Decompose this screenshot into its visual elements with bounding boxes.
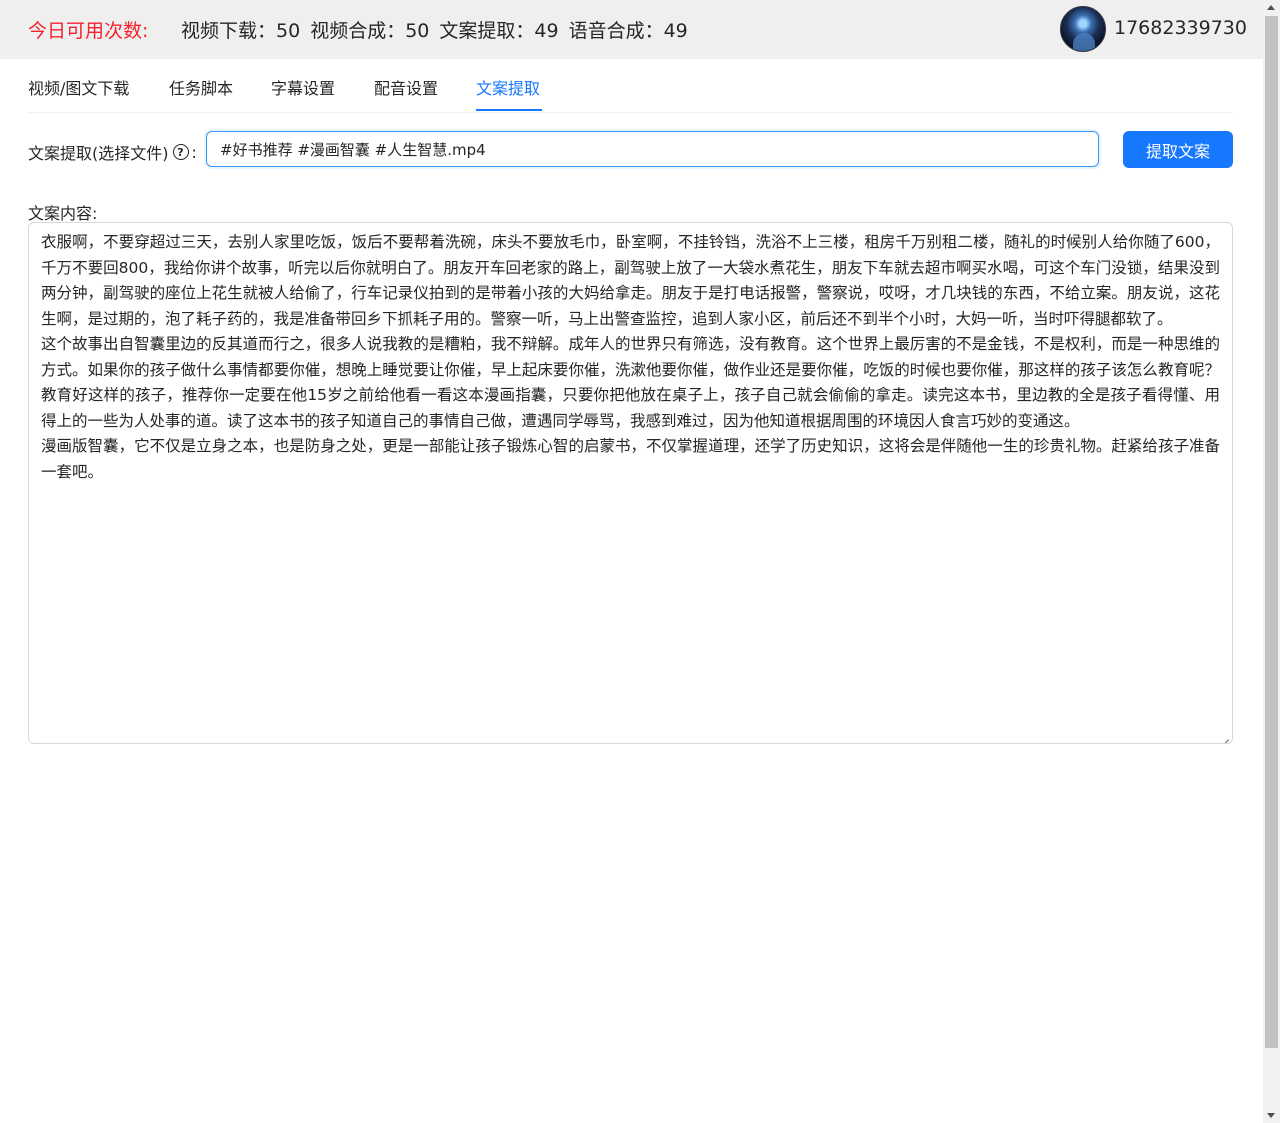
scrollbar-thumb[interactable]: [1265, 16, 1278, 1048]
file-field-label: 文案提取(选择文件) ? :: [28, 140, 197, 164]
daily-quota-label: 今日可用次数:: [28, 20, 149, 42]
quota-video-download: 视频下载：50: [181, 20, 301, 42]
page-scrollbar[interactable]: [1263, 0, 1280, 1123]
file-field-label-colon: :: [191, 142, 197, 162]
help-icon[interactable]: ?: [172, 144, 189, 160]
content-paragraph: 这个故事出自智囊里边的反其道而行之，很多人说我教的是糟粕，我不辩解。成年人的世界…: [41, 335, 1220, 430]
file-field-label-text: 文案提取(选择文件): [28, 144, 169, 163]
avatar[interactable]: [1060, 6, 1106, 52]
content-textarea[interactable]: 衣服啊，不要穿超过三天，去别人家里吃饭，饭后不要帮着洗碗，床头不要放毛巾，卧室啊…: [28, 222, 1233, 744]
content-label: 文案内容:: [28, 204, 98, 223]
quota-video-compose: 视频合成：50: [310, 20, 430, 42]
quota-list: 视频下载：50 视频合成：50 文案提取：49 语音合成：49: [181, 16, 688, 43]
extract-text-button[interactable]: 提取文案: [1123, 131, 1233, 168]
active-tab-indicator: [476, 109, 542, 111]
tab-bar: 视频/图文下载 任务脚本 字幕设置 配音设置 文案提取: [28, 59, 1233, 113]
username[interactable]: 17682339730: [1114, 17, 1247, 39]
tab-task-script[interactable]: 任务脚本: [169, 75, 233, 99]
tab-subtitle-settings[interactable]: 字幕设置: [271, 75, 335, 99]
resize-handle-icon[interactable]: [1220, 731, 1229, 740]
scroll-down-arrow-icon[interactable]: [1267, 1113, 1275, 1118]
content-paragraph: 漫画版智囊，它不仅是立身之本，也是防身之处，更是一部能让孩子锻炼心智的启蒙书，不…: [41, 437, 1220, 481]
quota-voice-synthesis: 语音合成：49: [568, 20, 688, 42]
top-bar: 今日可用次数: 视频下载：50 视频合成：50 文案提取：49 语音合成：49 …: [0, 0, 1263, 59]
content-paragraph: 衣服啊，不要穿超过三天，去别人家里吃饭，饭后不要帮着洗碗，床头不要放毛巾，卧室啊…: [41, 233, 1220, 328]
quota-text-extract: 文案提取：49: [439, 20, 559, 42]
file-path-input[interactable]: [206, 131, 1099, 167]
tab-dubbing-settings[interactable]: 配音设置: [374, 75, 438, 99]
app-page: 今日可用次数: 视频下载：50 视频合成：50 文案提取：49 语音合成：49 …: [0, 0, 1280, 1123]
scroll-up-arrow-icon[interactable]: [1267, 5, 1275, 10]
tab-video-download[interactable]: 视频/图文下载: [28, 75, 129, 99]
tab-text-extract[interactable]: 文案提取: [476, 75, 540, 99]
